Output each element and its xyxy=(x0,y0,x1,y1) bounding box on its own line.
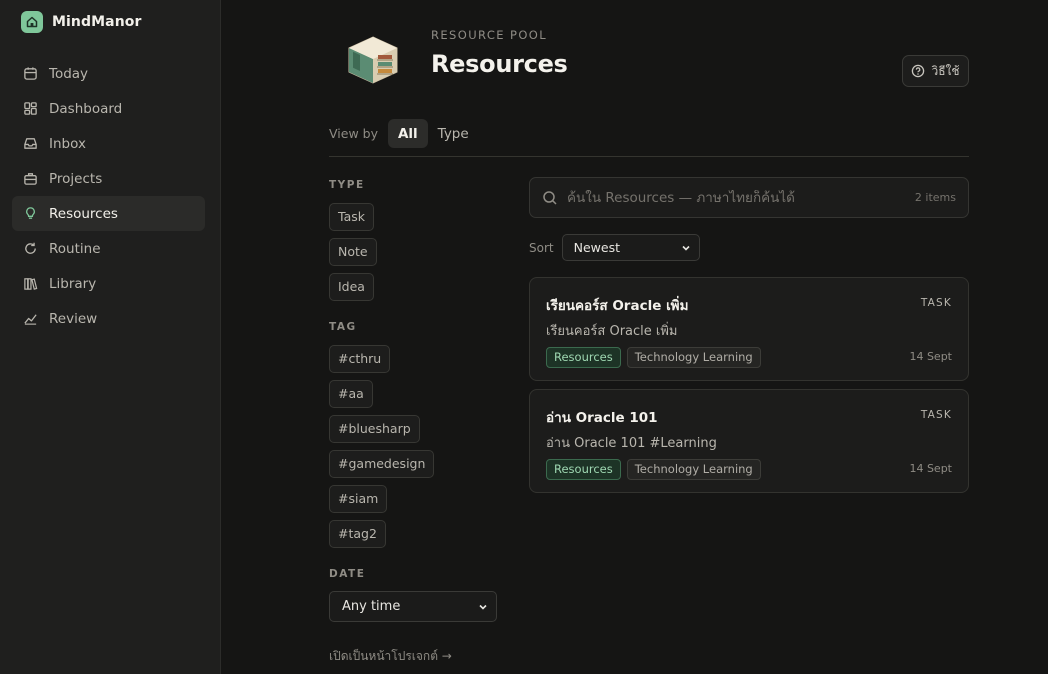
card-tags: Resources Technology Learning xyxy=(546,347,761,368)
card-date: 14 Sept xyxy=(909,462,952,475)
help-label: วิธีใช้ xyxy=(931,63,960,78)
sort-control: Sort Newest xyxy=(529,234,700,261)
inbox-icon xyxy=(24,138,37,149)
date-select[interactable]: Any time xyxy=(329,591,497,622)
card-tag[interactable]: Resources xyxy=(546,459,621,480)
resource-card[interactable]: อ่าน Oracle 101 TASK อ่าน Oracle 101 #Le… xyxy=(529,389,969,493)
sidebar-item-resources[interactable]: Resources xyxy=(12,196,205,231)
sidebar: MindManor Today Dashboard Inbox Projects… xyxy=(0,0,221,674)
app-name: MindManor xyxy=(52,14,142,30)
dashboard-icon xyxy=(24,102,37,115)
sidebar-item-inbox[interactable]: Inbox xyxy=(12,126,205,161)
card-tag[interactable]: Technology Learning xyxy=(626,459,761,480)
tag-filter-heading: TAG xyxy=(329,321,357,333)
type-chip-idea[interactable]: Idea xyxy=(329,273,374,301)
search-box: 2 items xyxy=(529,177,969,218)
tab-type[interactable]: Type xyxy=(428,119,479,148)
open-as-project-link[interactable]: เปิดเป็นหน้าโปรเจกต์ → xyxy=(329,647,509,666)
books-icon xyxy=(24,278,38,290)
sidebar-item-label: Projects xyxy=(49,170,103,187)
sidebar-item-label: Review xyxy=(49,310,98,327)
sidebar-item-label: Routine xyxy=(49,240,101,257)
divider xyxy=(329,156,969,157)
lightbulb-icon xyxy=(26,207,35,219)
brand[interactable]: MindManor xyxy=(21,11,142,33)
tag-chip-bluesharp[interactable]: #bluesharp xyxy=(329,415,420,443)
filter-panel: TYPE Task Note Idea TAG #cthru #aa #blue… xyxy=(329,170,509,666)
sidebar-item-label: Inbox xyxy=(49,135,86,152)
sidebar-item-projects[interactable]: Projects xyxy=(12,161,205,196)
tag-chip-aa[interactable]: #aa xyxy=(329,380,373,408)
card-type: TASK xyxy=(920,297,952,309)
card-title: เรียนคอร์ส Oracle เพิ่ม xyxy=(546,298,689,314)
sidebar-item-label: Dashboard xyxy=(49,100,123,117)
chevron-down-icon xyxy=(479,604,487,610)
sidebar-item-routine[interactable]: Routine xyxy=(12,231,205,266)
search-icon xyxy=(543,190,557,205)
page-eyebrow: RESOURCE POOL xyxy=(431,28,548,42)
page-title: Resources xyxy=(431,50,568,78)
view-by-tabs: View by All Type xyxy=(329,119,479,148)
sidebar-item-label: Library xyxy=(49,275,97,292)
card-title: อ่าน Oracle 101 xyxy=(546,410,658,426)
view-by-label: View by xyxy=(329,126,378,141)
bookshelf-room-icon xyxy=(348,36,398,84)
date-filter-heading: DATE xyxy=(329,568,366,580)
sort-select-value: Newest xyxy=(573,240,620,255)
help-button[interactable]: วิธีใช้ xyxy=(902,55,969,87)
calendar-icon xyxy=(24,67,37,80)
type-chip-note[interactable]: Note xyxy=(329,238,377,266)
sidebar-item-label: Resources xyxy=(49,205,118,222)
card-description: เรียนคอร์ส Oracle เพิ่ม xyxy=(546,324,678,339)
result-count: 2 items xyxy=(914,191,956,204)
chart-icon xyxy=(24,314,37,325)
refresh-icon xyxy=(25,242,36,254)
sidebar-item-label: Today xyxy=(49,65,89,82)
card-tags: Resources Technology Learning xyxy=(546,459,761,480)
sort-label: Sort xyxy=(529,240,554,255)
resource-card[interactable]: เรียนคอร์ส Oracle เพิ่ม TASK เรียนคอร์ส … xyxy=(529,277,969,381)
sidebar-nav: Today Dashboard Inbox Projects Resources… xyxy=(12,56,205,336)
tab-all[interactable]: All xyxy=(387,119,428,148)
card-tag[interactable]: Technology Learning xyxy=(626,347,761,368)
tag-chip-tag2[interactable]: #tag2 xyxy=(329,520,386,548)
home-icon xyxy=(21,11,43,33)
sort-select[interactable]: Newest xyxy=(561,234,700,261)
card-date: 14 Sept xyxy=(909,350,952,363)
tag-chip-cthru[interactable]: #cthru xyxy=(329,345,391,373)
tag-chip-siam[interactable]: #siam xyxy=(329,485,388,513)
briefcase-icon xyxy=(24,173,37,185)
card-tag[interactable]: Resources xyxy=(546,347,621,368)
type-filter-heading: TYPE xyxy=(329,179,365,191)
card-type: TASK xyxy=(920,409,952,421)
tag-chip-gamedesign[interactable]: #gamedesign xyxy=(329,450,435,478)
sidebar-item-library[interactable]: Library xyxy=(12,266,205,301)
chevron-down-icon xyxy=(682,245,690,251)
sidebar-item-today[interactable]: Today xyxy=(12,56,205,91)
search-input[interactable] xyxy=(567,189,915,206)
sidebar-item-review[interactable]: Review xyxy=(12,301,205,336)
date-select-value: Any time xyxy=(342,599,401,614)
sidebar-item-dashboard[interactable]: Dashboard xyxy=(12,91,205,126)
help-circle-icon xyxy=(912,64,925,78)
card-description: อ่าน Oracle 101 #Learning xyxy=(546,436,717,451)
type-chip-task[interactable]: Task xyxy=(329,203,374,231)
